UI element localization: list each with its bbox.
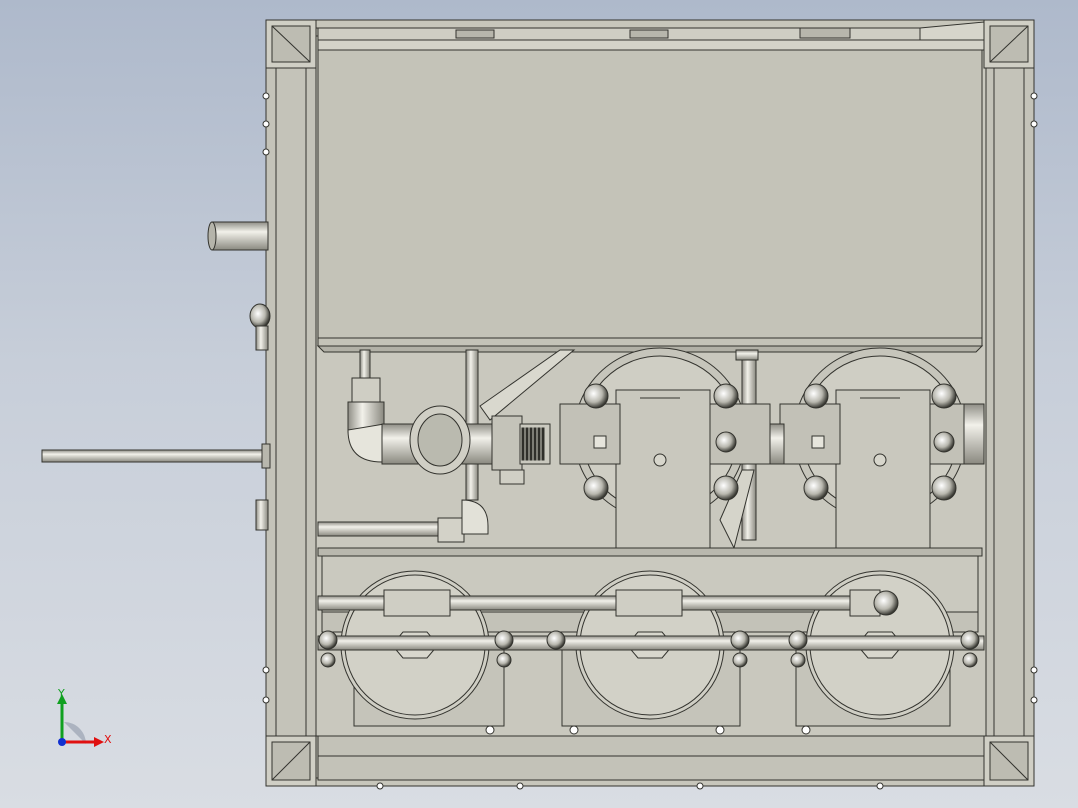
cad-model-view[interactable] (0, 0, 1078, 808)
tank (316, 39, 985, 353)
y-axis-label: Y (58, 687, 65, 700)
x-axis-label: X (104, 733, 112, 746)
left-rod (41, 443, 271, 469)
z-axis-dot (58, 738, 66, 746)
left-outlet-pipe (207, 221, 269, 251)
